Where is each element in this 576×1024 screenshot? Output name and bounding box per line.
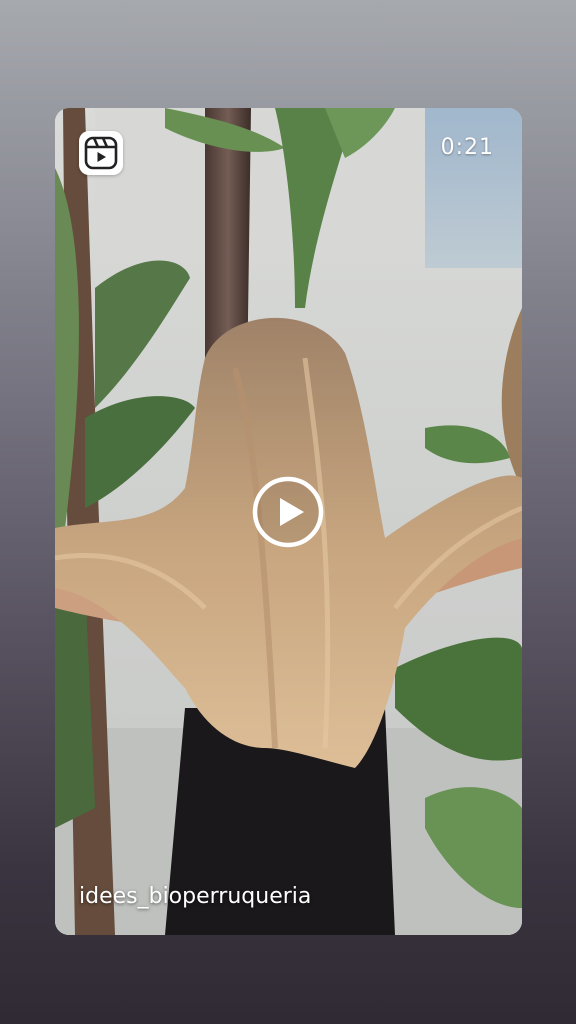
username-label[interactable]: idees_bioperruqueria: [79, 884, 311, 909]
video-duration: 0:21: [440, 135, 494, 160]
reel-card[interactable]: 0:21 idees_bioperruqueria: [55, 108, 522, 935]
play-button[interactable]: [252, 476, 324, 548]
reels-icon: [79, 131, 123, 175]
play-icon: [252, 476, 324, 548]
